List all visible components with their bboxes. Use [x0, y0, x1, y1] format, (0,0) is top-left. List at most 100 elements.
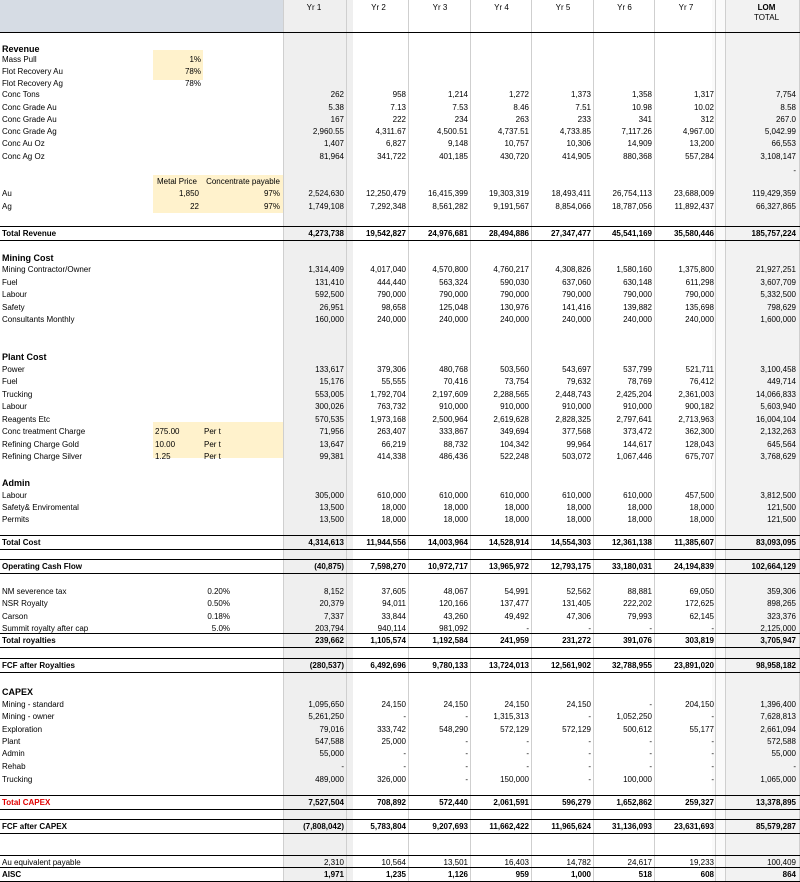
cell-value[interactable]: 341,722	[351, 152, 406, 162]
cell-value[interactable]: -	[474, 762, 529, 772]
row-label[interactable]: Trucking	[2, 775, 152, 785]
cell-value[interactable]: 54,991	[474, 587, 529, 597]
cell-value[interactable]: 204,150	[658, 700, 714, 710]
royalty-rate-0[interactable]: 0.20%	[196, 587, 230, 597]
cell-value[interactable]: -	[412, 749, 468, 759]
cell-value[interactable]: 981,092	[412, 624, 468, 634]
row-label[interactable]: Total royalties	[2, 636, 152, 646]
row-label[interactable]: Safety& Enviromental	[2, 503, 152, 513]
cell-value[interactable]: 1,580,160	[597, 265, 652, 275]
lom-total-value[interactable]: 1,065,000	[737, 775, 796, 785]
cell-value[interactable]: 48,067	[412, 587, 468, 597]
cell-value[interactable]: 79,632	[535, 377, 591, 387]
payable-au[interactable]: 97%	[204, 189, 280, 199]
row-label[interactable]: Admin	[2, 478, 152, 488]
cell-value[interactable]: 73,754	[474, 377, 529, 387]
cell-value[interactable]: 240,000	[535, 315, 591, 325]
cell-value[interactable]: 23,631,693	[658, 822, 714, 832]
cell-value[interactable]: 16,403	[474, 858, 529, 868]
cell-value[interactable]: 18,000	[474, 515, 529, 525]
cell-value[interactable]: 81,964	[284, 152, 344, 162]
cell-value[interactable]: 131,405	[535, 599, 591, 609]
cell-value[interactable]: 675,707	[658, 452, 714, 462]
lom-total-value[interactable]: -	[737, 762, 796, 772]
lom-total-value[interactable]: 3,108,147	[737, 152, 796, 162]
royalty-rate-1[interactable]: 0.50%	[196, 599, 230, 609]
lom-total-value[interactable]: 898,265	[737, 599, 796, 609]
cell-value[interactable]: 16,415,399	[412, 189, 468, 199]
cell-value[interactable]: 88,881	[597, 587, 652, 597]
cell-value[interactable]: 547,588	[284, 737, 344, 747]
cell-value[interactable]: 910,000	[412, 402, 468, 412]
cell-value[interactable]: 537,799	[597, 365, 652, 375]
lom-total-value[interactable]: 185,757,224	[737, 229, 797, 239]
lom-total-value[interactable]: 449,714	[737, 377, 796, 387]
cell-value[interactable]: 18,000	[412, 515, 468, 525]
cell-value[interactable]: 23,688,009	[658, 189, 714, 199]
cell-value[interactable]: 1,126	[412, 870, 468, 880]
year-header-5[interactable]: Yr 5	[535, 3, 591, 13]
lom-total-value[interactable]: 864	[737, 870, 796, 880]
cell-value[interactable]: 13,200	[658, 139, 714, 149]
cell-value[interactable]: 790,000	[535, 290, 591, 300]
cell-value[interactable]: 590,030	[474, 278, 529, 288]
cell-value[interactable]: 14,528,914	[474, 538, 529, 548]
cell-value[interactable]: 10.02	[658, 103, 714, 113]
cell-value[interactable]: 790,000	[412, 290, 468, 300]
cell-value[interactable]: 240,000	[474, 315, 529, 325]
cell-value[interactable]: 480,768	[412, 365, 468, 375]
cell-value[interactable]: 11,385,607	[658, 538, 714, 548]
cell-value[interactable]: 4,760,217	[474, 265, 529, 275]
cell-value[interactable]: 2,713,963	[658, 415, 714, 425]
cell-value[interactable]: 135,698	[658, 303, 714, 313]
lom-total-value[interactable]: 2,132,263	[737, 427, 796, 437]
cell-value[interactable]: 23,891,020	[658, 661, 714, 671]
royalty-rate-2[interactable]: 0.18%	[196, 612, 230, 622]
cell-value[interactable]: 300,026	[284, 402, 344, 412]
cell-value[interactable]: 12,361,138	[597, 538, 652, 548]
lom-total-value[interactable]: 5,042.99	[737, 127, 796, 137]
cell-value[interactable]: -	[597, 737, 652, 747]
cell-value[interactable]: -	[535, 749, 591, 759]
cell-value[interactable]: -	[474, 749, 529, 759]
row-label[interactable]: Carson	[2, 612, 152, 622]
cell-value[interactable]: 18,000	[658, 503, 714, 513]
cell-value[interactable]: 167	[284, 115, 344, 125]
cell-value[interactable]: -	[351, 762, 406, 772]
cell-value[interactable]: 1,235	[351, 870, 406, 880]
cell-value[interactable]: -	[658, 624, 714, 634]
row-label[interactable]: Conc treatment Charge	[2, 427, 152, 437]
cell-value[interactable]: 55,555	[351, 377, 406, 387]
row-label[interactable]: Au	[2, 189, 152, 199]
cell-value[interactable]: (40,875)	[284, 562, 344, 572]
cell-value[interactable]: 6,827	[351, 139, 406, 149]
cell-value[interactable]: 131,410	[284, 278, 344, 288]
total-header[interactable]: TOTAL	[737, 13, 796, 23]
row-label[interactable]: FCF after Royalties	[2, 661, 152, 671]
lom-total-value[interactable]: 21,927,251	[737, 265, 796, 275]
cell-value[interactable]: 24,150	[351, 700, 406, 710]
row-label[interactable]: Refining Charge Silver	[2, 452, 152, 462]
cell-value[interactable]: 608	[658, 870, 714, 880]
cell-value[interactable]: 13,500	[284, 503, 344, 513]
cell-value[interactable]: 4,967.00	[658, 127, 714, 137]
cell-value[interactable]: 2,061,591	[474, 798, 529, 808]
row-label[interactable]: Au equivalent payable	[2, 858, 152, 868]
row-label[interactable]: Total Cost	[2, 538, 152, 548]
cell-value[interactable]: 414,338	[351, 452, 406, 462]
lom-total-value[interactable]: 3,768,629	[737, 452, 796, 462]
cell-value[interactable]: 362,300	[658, 427, 714, 437]
cell-value[interactable]: 1,067,446	[597, 452, 652, 462]
cell-value[interactable]: 55,000	[284, 749, 344, 759]
lom-total-value[interactable]: 119,429,359	[737, 189, 796, 199]
charge-input-2[interactable]: 1.25	[155, 452, 195, 462]
row-label[interactable]: Labour	[2, 402, 152, 412]
cell-value[interactable]: 1,749,108	[284, 202, 344, 212]
row-label[interactable]: AISC	[2, 870, 152, 880]
cell-value[interactable]: 414,905	[535, 152, 591, 162]
cell-value[interactable]: 13,965,972	[474, 562, 529, 572]
cell-value[interactable]: 24,617	[597, 858, 652, 868]
cell-value[interactable]: 1,317	[658, 90, 714, 100]
lom-total-value[interactable]: 2,661,094	[737, 725, 796, 735]
cell-value[interactable]: 430,720	[474, 152, 529, 162]
